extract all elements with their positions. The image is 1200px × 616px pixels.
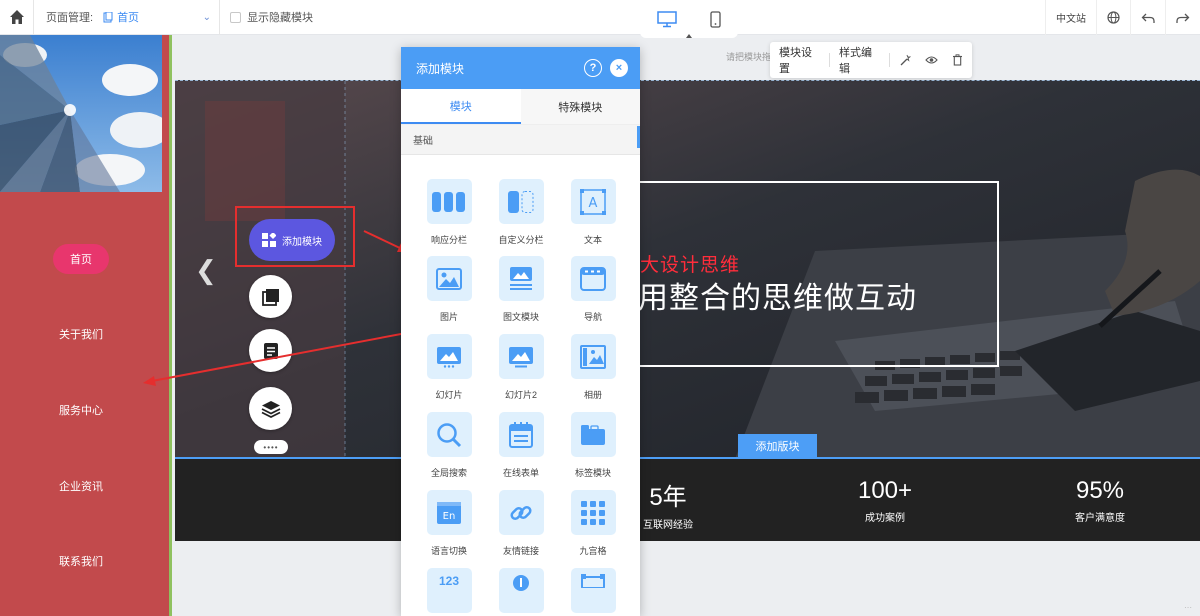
module-item[interactable]: 图文模块: [485, 256, 557, 323]
custom-columns-icon: [498, 179, 544, 224]
tab-special-modules[interactable]: 特殊模块: [520, 89, 640, 124]
slideshow2-icon: [498, 334, 544, 379]
navigation-icon: [570, 256, 616, 301]
module-label: 友情链接: [502, 546, 539, 556]
svg-text:En: En: [443, 511, 456, 522]
module-label: 相册: [583, 390, 602, 400]
module-item[interactable]: 幻灯片2: [485, 334, 557, 401]
form-icon: [498, 412, 544, 457]
section-basic: 基础: [401, 125, 640, 155]
module-label: 幻灯片2: [504, 390, 537, 400]
module-label: 全局搜索: [430, 468, 467, 478]
counter-icon-text: 123: [438, 574, 460, 588]
module-item[interactable]: 友情链接: [485, 490, 557, 557]
language-icon: En: [426, 490, 472, 535]
module-item[interactable]: A 文本: [557, 179, 629, 246]
panel-scrollbar[interactable]: [637, 126, 640, 148]
text-icon: A: [570, 179, 616, 224]
module-label: 语言切换: [430, 546, 467, 556]
panel-header: 添加模块 ? ×: [401, 47, 640, 89]
module-label: 图文模块: [502, 312, 539, 322]
module-item[interactable]: 九宫格: [557, 490, 629, 557]
gallery-icon: [570, 568, 616, 613]
image-text-icon: [498, 256, 544, 301]
svg-text:A: A: [589, 196, 598, 211]
module-label: 在线表单: [502, 468, 539, 478]
share-icon: [498, 568, 544, 613]
panel-tabs: 模块 特殊模块: [401, 89, 640, 125]
watermark: ⋯: [1184, 603, 1192, 612]
module-label: 图片: [439, 312, 458, 322]
counter-icon: 123: [426, 568, 472, 613]
module-item[interactable]: 123: [413, 568, 485, 613]
module-item[interactable]: 全局搜索: [413, 412, 485, 479]
module-item[interactable]: 幻灯片: [413, 334, 485, 401]
module-item[interactable]: 导航: [557, 256, 629, 323]
module-item[interactable]: [485, 568, 557, 613]
grid-icon: [570, 490, 616, 535]
module-label: 导航: [583, 312, 602, 322]
help-icon[interactable]: ?: [584, 59, 602, 77]
module-item[interactable]: 响应分栏: [413, 179, 485, 246]
link-icon: [498, 490, 544, 535]
module-item[interactable]: 标签模块: [557, 412, 629, 479]
module-item[interactable]: 在线表单: [485, 412, 557, 479]
module-label: 标签模块: [574, 468, 611, 478]
module-item[interactable]: [557, 568, 629, 613]
panel-title: 添加模块: [416, 61, 465, 76]
module-label: 响应分栏: [430, 235, 467, 245]
close-icon[interactable]: ×: [610, 59, 628, 77]
module-item[interactable]: 自定义分栏: [485, 179, 557, 246]
module-item[interactable]: 相册: [557, 334, 629, 401]
module-label: 九宫格: [579, 546, 607, 556]
album-icon: [570, 334, 616, 379]
image-icon: [426, 256, 472, 301]
module-label: 自定义分栏: [498, 235, 544, 245]
module-label: 幻灯片: [435, 390, 463, 400]
module-item[interactable]: En 语言切换: [413, 490, 485, 557]
columns-icon: [426, 179, 472, 224]
tabs-icon: [570, 412, 616, 457]
slideshow-icon: [426, 334, 472, 379]
tab-modules[interactable]: 模块: [401, 89, 521, 124]
search-icon: [426, 412, 472, 457]
module-item[interactable]: 图片: [413, 256, 485, 323]
module-label: 文本: [583, 235, 602, 245]
